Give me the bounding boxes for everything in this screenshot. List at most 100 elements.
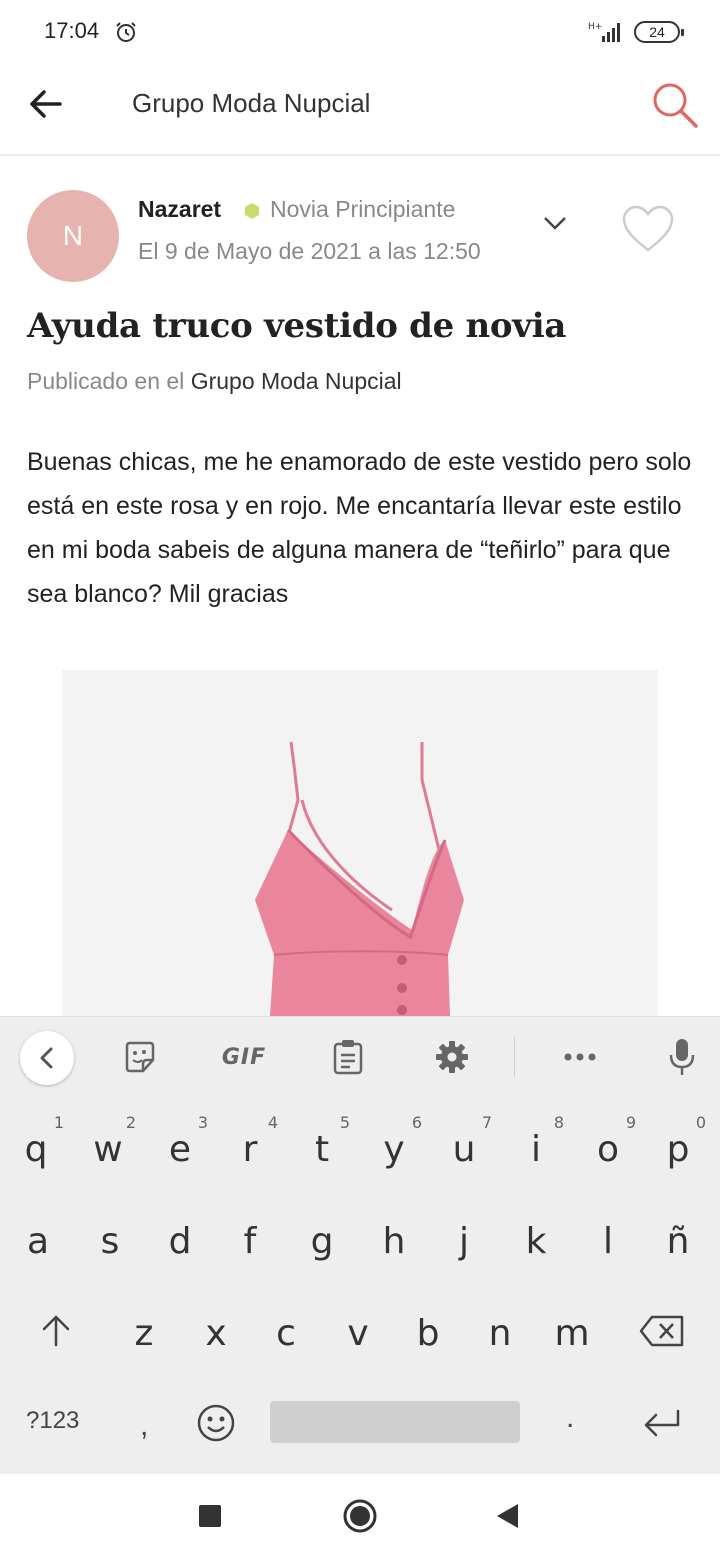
key-char: h <box>382 1221 406 1262</box>
key-g[interactable]: g <box>290 1199 354 1279</box>
enter-icon[interactable] <box>642 1405 682 1441</box>
author-name[interactable]: Nazaret <box>138 196 221 223</box>
key-q[interactable]: q1 <box>4 1107 68 1187</box>
published-in: Publicado en el Grupo Moda Nupcial <box>27 368 402 395</box>
backspace-icon[interactable] <box>638 1313 686 1349</box>
key-hint: 0 <box>695 1113 706 1132</box>
key-char: y <box>383 1129 405 1170</box>
key-char: k <box>525 1221 547 1262</box>
more-icon <box>564 1053 596 1061</box>
key-a[interactable]: a <box>6 1199 70 1279</box>
space-bar[interactable] <box>270 1401 520 1443</box>
numbers-key[interactable]: ?123 <box>26 1407 79 1435</box>
key-z[interactable]: z <box>112 1291 176 1371</box>
status-time: 17:04 <box>44 18 100 43</box>
clipboard-button[interactable] <box>324 1031 372 1083</box>
gear-icon <box>436 1041 468 1073</box>
shift-icon[interactable] <box>38 1313 74 1349</box>
key-ñ[interactable]: ñ <box>646 1199 710 1279</box>
key-char: e <box>168 1129 192 1170</box>
voice-input-button[interactable] <box>658 1031 706 1083</box>
key-s[interactable]: s <box>78 1199 142 1279</box>
page-title: Grupo Moda Nupcial <box>132 88 371 118</box>
key-hint: 6 <box>411 1113 422 1132</box>
key-hint: 7 <box>481 1113 492 1132</box>
key-char: g <box>310 1221 334 1262</box>
keyboard-collapse-button[interactable] <box>20 1031 74 1085</box>
key-b[interactable]: b <box>396 1291 460 1371</box>
key-char: c <box>276 1313 296 1354</box>
key-j[interactable]: j <box>432 1199 496 1279</box>
key-char: v <box>347 1313 369 1354</box>
alarm-icon <box>116 22 136 42</box>
gif-button[interactable]: GIF <box>212 1031 276 1083</box>
key-char: s <box>100 1221 120 1262</box>
key-k[interactable]: k <box>504 1199 568 1279</box>
status-bar: 17:04 H+ 24 <box>0 0 720 64</box>
key-y[interactable]: y6 <box>362 1107 426 1187</box>
key-hint: 3 <box>197 1113 208 1132</box>
key-d[interactable]: d <box>148 1199 212 1279</box>
more-options-button[interactable] <box>556 1031 604 1083</box>
key-w[interactable]: w2 <box>76 1107 140 1187</box>
key-char: n <box>488 1313 512 1354</box>
key-x[interactable]: x <box>184 1291 248 1371</box>
comma-key[interactable]: , <box>140 1409 148 1443</box>
key-i[interactable]: i8 <box>504 1107 568 1187</box>
key-char: w <box>93 1129 123 1170</box>
nav-back-icon[interactable] <box>494 1502 520 1530</box>
post-title: Ayuda truco vestido de novia <box>27 306 567 346</box>
key-r[interactable]: r4 <box>218 1107 282 1187</box>
key-char: ñ <box>666 1221 690 1262</box>
chevron-left-icon <box>40 1047 53 1069</box>
network-type: H+ <box>588 22 602 32</box>
system-nav-bar <box>0 1474 720 1560</box>
key-l[interactable]: l <box>576 1199 640 1279</box>
key-u[interactable]: u7 <box>432 1107 496 1187</box>
post-body: Buenas chicas, me he enamorado de este v… <box>27 448 692 608</box>
home-button-icon[interactable] <box>342 1498 378 1534</box>
key-p[interactable]: p0 <box>646 1107 710 1187</box>
key-o[interactable]: o9 <box>576 1107 640 1187</box>
key-n[interactable]: n <box>468 1291 532 1371</box>
key-char: f <box>243 1221 257 1262</box>
key-t[interactable]: t5 <box>290 1107 354 1187</box>
author-rank: Novia Principiante <box>270 196 456 222</box>
key-char: q <box>24 1129 48 1170</box>
published-group-link[interactable]: Grupo Moda Nupcial <box>191 368 402 394</box>
heart-icon[interactable] <box>620 204 676 254</box>
key-hint: 8 <box>553 1113 564 1132</box>
key-char: o <box>596 1129 620 1170</box>
key-e[interactable]: e3 <box>148 1107 212 1187</box>
signal-icon: H+ <box>588 22 620 42</box>
key-m[interactable]: m <box>540 1291 604 1371</box>
key-char: r <box>242 1129 258 1170</box>
chevron-down-icon[interactable] <box>540 208 570 238</box>
key-h[interactable]: h <box>362 1199 426 1279</box>
key-char: x <box>205 1313 227 1354</box>
key-char: d <box>168 1221 192 1262</box>
key-hint: 5 <box>339 1113 350 1132</box>
sticker-button[interactable] <box>116 1031 164 1083</box>
recents-button[interactable] <box>199 1505 221 1527</box>
key-char: t <box>314 1129 330 1170</box>
app-bar: Grupo Moda Nupcial <box>0 64 720 156</box>
key-c[interactable]: c <box>254 1291 318 1371</box>
key-f[interactable]: f <box>218 1199 282 1279</box>
avatar[interactable]: N <box>27 190 119 282</box>
published-prefix: Publicado en el <box>27 368 185 394</box>
gif-label: GIF <box>221 1044 267 1070</box>
key-char: b <box>416 1313 440 1354</box>
rank-badge-icon <box>245 203 259 219</box>
post-image[interactable] <box>62 670 658 1016</box>
emoji-icon[interactable] <box>196 1403 236 1443</box>
period-key[interactable]: . <box>566 1401 574 1435</box>
search-icon[interactable] <box>648 78 700 130</box>
key-char: a <box>26 1221 50 1262</box>
back-arrow-icon[interactable] <box>24 82 68 126</box>
key-char: l <box>602 1221 613 1262</box>
key-char: i <box>530 1129 541 1170</box>
key-v[interactable]: v <box>326 1291 390 1371</box>
key-char: z <box>134 1313 154 1354</box>
settings-button[interactable] <box>428 1031 476 1083</box>
